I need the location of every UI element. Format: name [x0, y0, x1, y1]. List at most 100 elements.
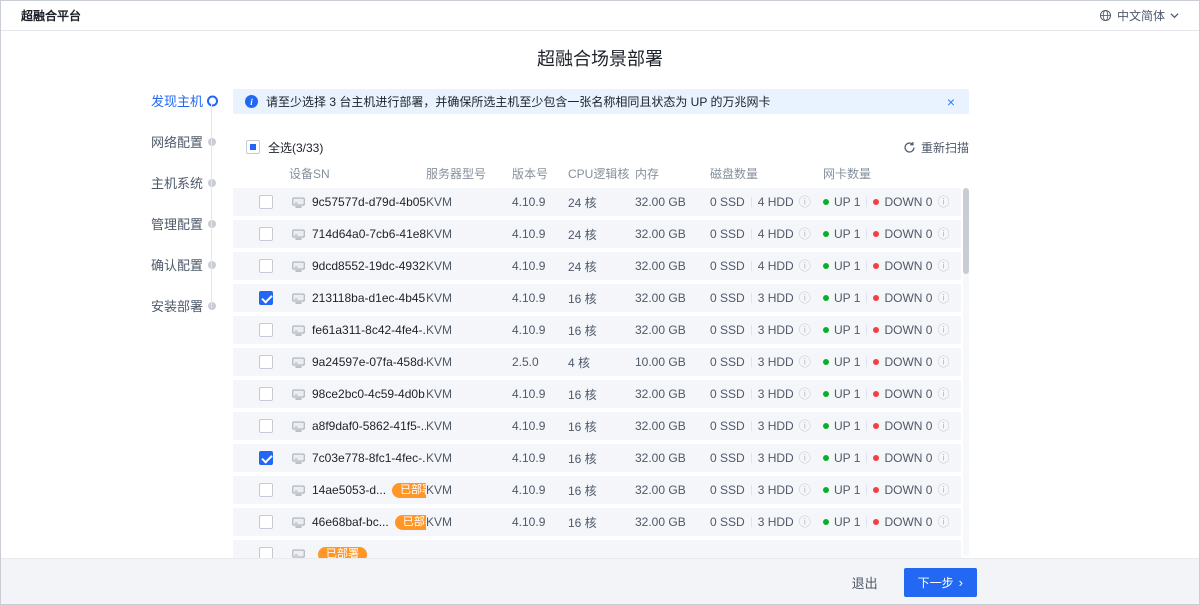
- cpu-cores: 24 核: [568, 194, 635, 211]
- nic-count: UP 1DOWN 0ⓘ: [823, 387, 961, 401]
- table-row[interactable]: 714d64a0-7cb6-41e8...KVM4.10.924 核32.00 …: [233, 220, 961, 248]
- info-circle-icon: ⓘ: [799, 292, 811, 304]
- row-checkbox[interactable]: [259, 227, 273, 241]
- col-version: 版本号: [512, 165, 568, 182]
- disk-count: 0 SSD3 HDDⓘ: [710, 483, 823, 497]
- table-row[interactable]: 213118ba-d1ec-4b45...KVM4.10.916 核32.00 …: [233, 284, 961, 312]
- step-confirm-config[interactable]: 确认配置: [117, 257, 203, 273]
- cpu-cores: 4 核: [568, 354, 635, 371]
- ssd-count: 0 SSD: [710, 259, 745, 273]
- server-icon: [291, 228, 306, 241]
- step-network-config[interactable]: 网络配置: [117, 134, 203, 150]
- server-model: KVM: [426, 419, 512, 433]
- col-disk-count: 磁盘数量: [710, 165, 823, 182]
- checkbox-cell: [233, 515, 285, 529]
- row-checkbox[interactable]: [259, 419, 273, 433]
- hdd-count: 3 HDD: [758, 515, 794, 529]
- nic-count: UP 1DOWN 0ⓘ: [823, 451, 961, 465]
- language-selector[interactable]: 中文简体: [1099, 7, 1179, 24]
- row-checkbox[interactable]: [259, 547, 273, 558]
- col-device-sn: 设备SN: [285, 165, 426, 182]
- hdd-count: 4 HDD: [758, 259, 794, 273]
- info-icon: i: [245, 95, 258, 108]
- server-model: KVM: [426, 483, 512, 497]
- row-checkbox[interactable]: [259, 387, 273, 401]
- table-row[interactable]: fe61a311-8c42-4fe4-...KVM4.10.916 核32.00…: [233, 316, 961, 344]
- divider: [866, 421, 867, 431]
- info-circle-icon: ⓘ: [937, 516, 949, 528]
- device-sn: 9a24597e-07fa-458d-...: [312, 355, 426, 369]
- step-dot: [208, 138, 216, 146]
- step-label: 安装部署: [151, 299, 203, 314]
- select-all-label: 全选(3/33): [268, 139, 323, 156]
- row-checkbox[interactable]: [259, 291, 273, 305]
- up-status-dot: [823, 423, 829, 429]
- table-row[interactable]: 9c57577d-d79d-4b05...KVM4.10.924 核32.00 …: [233, 188, 961, 216]
- row-checkbox[interactable]: [259, 515, 273, 529]
- memory: 32.00 GB: [635, 291, 710, 305]
- table-row[interactable]: 已部署: [233, 540, 961, 558]
- server-icon: [291, 516, 306, 529]
- rescan-button[interactable]: 重新扫描: [903, 139, 969, 156]
- up-status-dot: [823, 327, 829, 333]
- close-icon[interactable]: ×: [945, 95, 957, 109]
- step-label: 主机系统: [151, 176, 203, 191]
- table-row[interactable]: 98ce2bc0-4c59-4d0b...KVM4.10.916 核32.00 …: [233, 380, 961, 408]
- cpu-cores: 24 核: [568, 226, 635, 243]
- hdd-count: 3 HDD: [758, 387, 794, 401]
- table-row[interactable]: 7c03e778-8fc1-4fec-...KVM4.10.916 核32.00…: [233, 444, 961, 472]
- scrollbar[interactable]: [963, 188, 969, 556]
- next-button[interactable]: 下一步 ›: [904, 568, 977, 597]
- step-install-deploy[interactable]: 安装部署: [117, 298, 203, 314]
- select-all-checkbox[interactable]: [246, 140, 260, 154]
- info-circle-icon: ⓘ: [937, 452, 949, 464]
- cpu-cores: 16 核: [568, 386, 635, 403]
- up-count: UP 1: [834, 355, 860, 369]
- table-row[interactable]: 9a24597e-07fa-458d-...KVM2.5.04 核10.00 G…: [233, 348, 961, 376]
- table-row[interactable]: a8f9daf0-5862-41f5-...KVM4.10.916 核32.00…: [233, 412, 961, 440]
- divider: [866, 197, 867, 207]
- row-checkbox[interactable]: [259, 259, 273, 273]
- server-icon: [291, 196, 306, 209]
- disk-count: 0 SSD3 HDDⓘ: [710, 387, 823, 401]
- table-row[interactable]: 14ae5053-d...已部署KVM4.10.916 核32.00 GB0 S…: [233, 476, 961, 504]
- exit-button[interactable]: 退出: [852, 573, 878, 592]
- device-cell: fe61a311-8c42-4fe4-...: [285, 323, 426, 337]
- info-circle-icon: ⓘ: [799, 356, 811, 368]
- select-all[interactable]: 全选(3/33): [246, 139, 323, 156]
- step-host-system[interactable]: 主机系统: [117, 175, 203, 191]
- down-status-dot: [873, 519, 879, 525]
- step-discover-hosts[interactable]: 发现主机: [117, 93, 203, 109]
- device-cell: 213118ba-d1ec-4b45...: [285, 291, 426, 305]
- disk-count: 0 SSD4 HDDⓘ: [710, 259, 823, 273]
- device-sn: 213118ba-d1ec-4b45...: [312, 291, 426, 305]
- row-checkbox[interactable]: [259, 195, 273, 209]
- table-row[interactable]: 46e68baf-bc...已部署KVM4.10.916 核32.00 GB0 …: [233, 508, 961, 536]
- down-status-dot: [873, 231, 879, 237]
- cpu-cores: 16 核: [568, 322, 635, 339]
- row-checkbox[interactable]: [259, 451, 273, 465]
- row-checkbox[interactable]: [259, 355, 273, 369]
- server-model: KVM: [426, 195, 512, 209]
- hdd-count: 3 HDD: [758, 323, 794, 337]
- nic-count: UP 1DOWN 0ⓘ: [823, 355, 961, 369]
- nic-count: UP 1DOWN 0ⓘ: [823, 419, 961, 433]
- row-checkbox[interactable]: [259, 323, 273, 337]
- checkbox-cell: [233, 419, 285, 433]
- device-cell: 已部署: [285, 547, 426, 559]
- deployed-badge: 已部署: [392, 483, 426, 498]
- checkbox-cell: [233, 451, 285, 465]
- memory: 32.00 GB: [635, 195, 710, 209]
- disk-count: 0 SSD4 HDDⓘ: [710, 195, 823, 209]
- ssd-count: 0 SSD: [710, 195, 745, 209]
- table-row[interactable]: 9dcd8552-19dc-4932...KVM4.10.924 核32.00 …: [233, 252, 961, 280]
- disk-count: 0 SSD4 HDDⓘ: [710, 227, 823, 241]
- up-status-dot: [823, 391, 829, 397]
- up-count: UP 1: [834, 227, 860, 241]
- scrollbar-thumb[interactable]: [963, 188, 969, 274]
- divider: [866, 229, 867, 239]
- down-count: DOWN 0: [884, 259, 932, 273]
- step-management-config[interactable]: 管理配置: [117, 216, 203, 232]
- ssd-count: 0 SSD: [710, 291, 745, 305]
- row-checkbox[interactable]: [259, 483, 273, 497]
